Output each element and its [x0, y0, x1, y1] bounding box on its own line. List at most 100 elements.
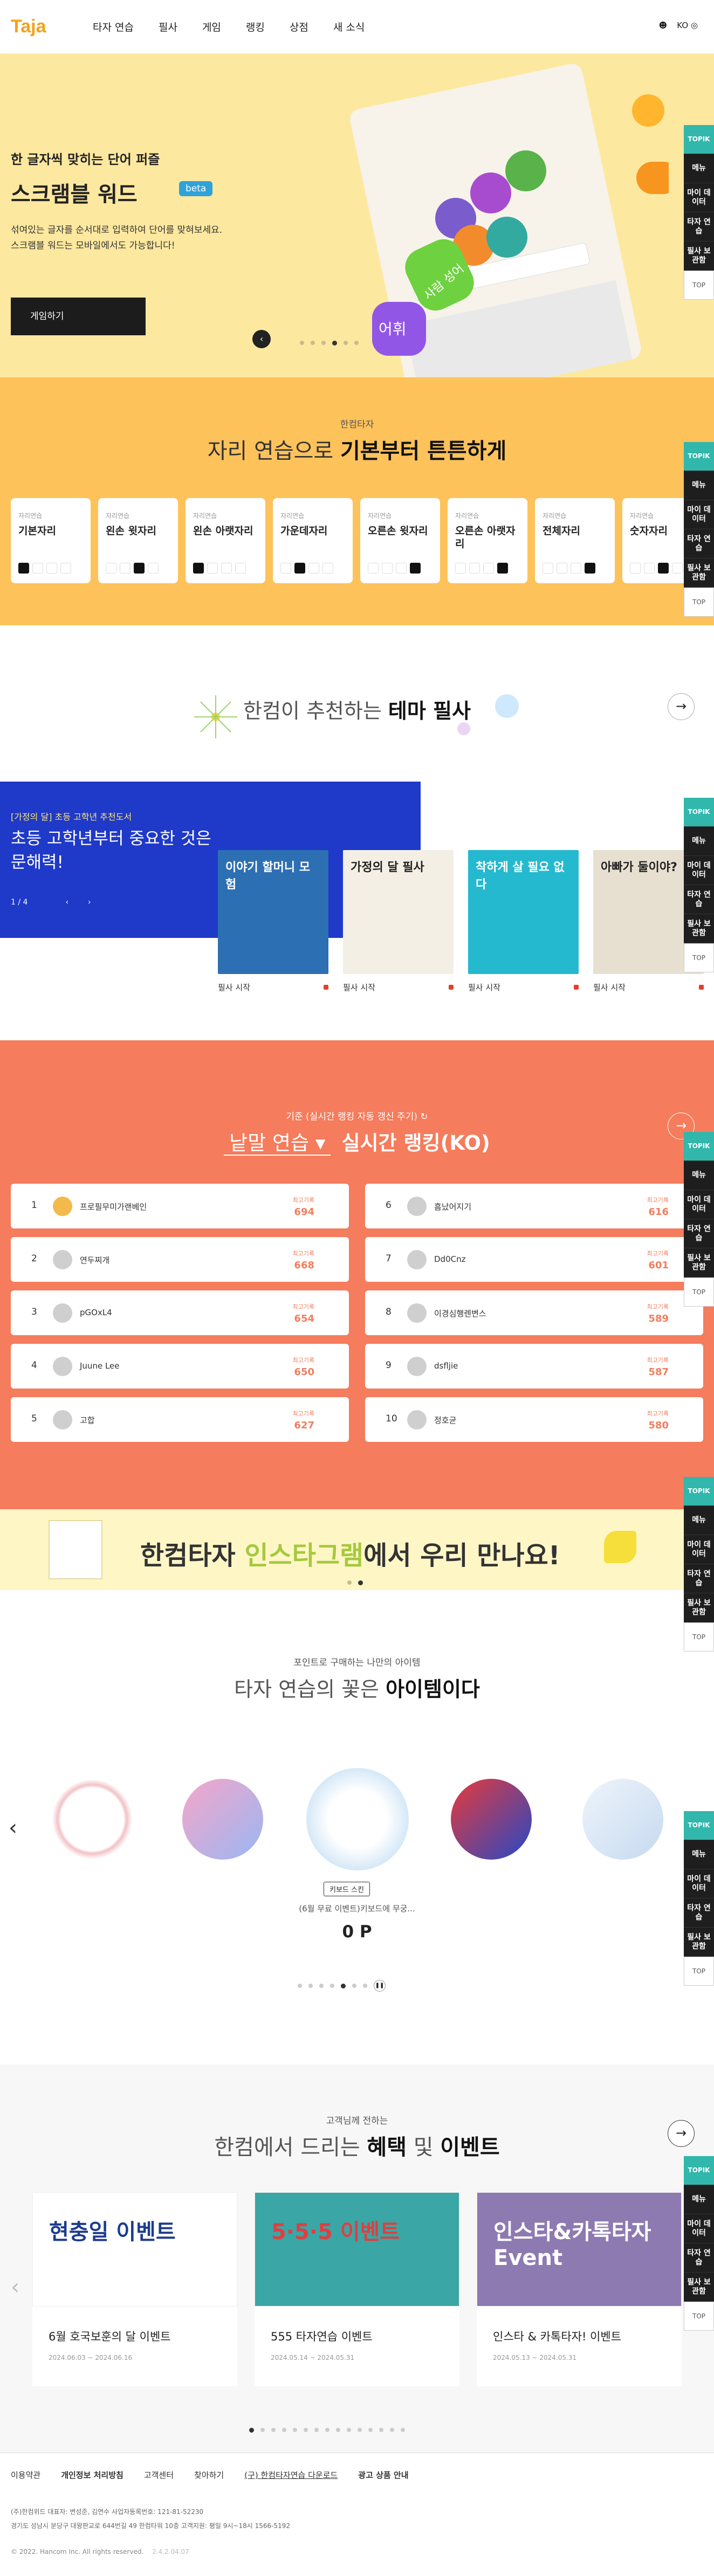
- event-dot[interactable]: [390, 2428, 394, 2432]
- book-start-link[interactable]: 필사 시작: [468, 982, 579, 993]
- book-prev-icon[interactable]: ‹: [65, 898, 68, 907]
- rail-menu[interactable]: 메뉴: [684, 471, 714, 500]
- book-start-link[interactable]: 필사 시작: [343, 982, 454, 993]
- nav-copy[interactable]: 필사: [159, 19, 177, 34]
- ranking-row[interactable]: 10 정호균 최고기록 580: [365, 1397, 703, 1442]
- event-dot[interactable]: [293, 2428, 297, 2432]
- slide-dot[interactable]: [300, 341, 304, 345]
- ranking-row[interactable]: 4 Juune Lee 최고기록 650: [11, 1344, 349, 1389]
- item-dot[interactable]: [363, 1984, 367, 1988]
- book-next-icon[interactable]: ›: [88, 898, 91, 907]
- rail-my-data[interactable]: 마이 데이터: [684, 183, 714, 212]
- ranking-row[interactable]: 9 dsfljie 최고기록 587: [365, 1344, 703, 1389]
- footer-support-link[interactable]: 고객센터: [144, 2469, 174, 2481]
- instagram-banner[interactable]: 한컴타자 인스타그램에서 우리 만나요!: [0, 1509, 714, 1590]
- footer-directions-link[interactable]: 찾아하기: [194, 2469, 224, 2481]
- rail-typing[interactable]: 타자 연습: [684, 1219, 714, 1248]
- insta-dot[interactable]: [347, 1580, 352, 1585]
- ranking-row[interactable]: 8 이경심행렌변스 최고기록 589: [365, 1290, 703, 1335]
- item-dot[interactable]: [352, 1984, 356, 1988]
- book-card[interactable]: 가정의 달 필사 필사 시작: [343, 850, 454, 993]
- practice-card[interactable]: 자리연습 전체자리: [535, 498, 615, 583]
- book-start-link[interactable]: 필사 시작: [218, 982, 328, 993]
- language-selector[interactable]: KO ◎: [677, 20, 698, 30]
- book-start-link[interactable]: 필사 시작: [593, 982, 704, 993]
- practice-card[interactable]: 자리연습 기본자리: [11, 498, 91, 583]
- nav-shop[interactable]: 상점: [290, 19, 308, 34]
- footer-privacy-link[interactable]: 개인정보 처리방침: [61, 2469, 123, 2481]
- book-card[interactable]: 이야기 할머니 모험 필사 시작: [218, 850, 328, 993]
- pause-icon[interactable]: ❚❚: [374, 1980, 386, 1992]
- rail-typing[interactable]: 타자 연습: [684, 212, 714, 241]
- practice-card[interactable]: 자리연습 왼손 아랫자리: [186, 498, 265, 583]
- rail-menu[interactable]: 메뉴: [684, 1506, 714, 1535]
- nav-news[interactable]: 새 소식: [333, 19, 365, 34]
- nav-game[interactable]: 게임: [202, 19, 221, 34]
- event-dot[interactable]: [368, 2428, 373, 2432]
- items-prev-icon[interactable]: ‹: [9, 1815, 17, 1840]
- practice-card[interactable]: 자리연습 오른손 아랫자리: [448, 498, 527, 583]
- footer-terms-link[interactable]: 이용약관: [11, 2469, 40, 2481]
- item-dot[interactable]: [330, 1984, 334, 1988]
- practice-card[interactable]: 자리연습 가운데자리: [273, 498, 353, 583]
- event-dot[interactable]: [271, 2428, 276, 2432]
- rail-my-data[interactable]: 마이 데이터: [684, 856, 714, 885]
- rail-typing[interactable]: 타자 연습: [684, 885, 714, 914]
- events-more-arrow-icon[interactable]: →: [668, 2120, 695, 2147]
- rail-menu[interactable]: 메뉴: [684, 827, 714, 856]
- event-card[interactable]: 현충일 이벤트 6월 호국보훈의 달 이벤트 2024.06.03 ~ 2024.0…: [32, 2192, 237, 2386]
- rail-copy-box[interactable]: 필사 보관함: [684, 914, 714, 943]
- nav-ranking[interactable]: 랭킹: [246, 19, 265, 34]
- rail-copy-box[interactable]: 필사 보관함: [684, 1248, 714, 1277]
- rail-menu[interactable]: 메뉴: [684, 154, 714, 183]
- rail-top-button[interactable]: TOP: [684, 1622, 714, 1652]
- rail-my-data[interactable]: 마이 데이터: [684, 1869, 714, 1898]
- taja-logo[interactable]: Taja: [11, 14, 70, 38]
- event-dot[interactable]: [325, 2428, 329, 2432]
- nav-typing[interactable]: 타자 연습: [93, 19, 134, 34]
- event-dot[interactable]: [260, 2428, 265, 2432]
- event-dot[interactable]: [401, 2428, 405, 2432]
- user-icon[interactable]: ☻: [659, 20, 668, 30]
- item-dot-active[interactable]: [341, 1983, 346, 1988]
- rail-my-data[interactable]: 마이 데이터: [684, 1535, 714, 1564]
- rail-top-button[interactable]: TOP: [684, 2302, 714, 2331]
- rail-top-button[interactable]: TOP: [684, 943, 714, 972]
- rail-top-button[interactable]: TOP: [684, 1277, 714, 1307]
- ranking-row[interactable]: 6 흠났어지기 최고기록 616: [365, 1184, 703, 1228]
- footer-download-link[interactable]: (구) 한컴타자연습 다운로드: [244, 2469, 338, 2481]
- slide-dot[interactable]: [344, 341, 348, 345]
- play-game-button[interactable]: 게임하기: [11, 298, 146, 335]
- rail-typing[interactable]: 타자 연습: [684, 1898, 714, 1928]
- slide-dot[interactable]: [311, 341, 315, 345]
- rail-topik[interactable]: TOPIK: [684, 125, 714, 154]
- ranking-row[interactable]: 7 Dd0Cnz 최고기록 601: [365, 1237, 703, 1282]
- item-skin[interactable]: [451, 1779, 532, 1860]
- rail-topik[interactable]: TOPIK: [684, 2156, 714, 2185]
- rail-top-button[interactable]: TOP: [684, 1957, 714, 1986]
- rail-topik[interactable]: TOPIK: [684, 798, 714, 827]
- rail-typing[interactable]: 타자 연습: [684, 2243, 714, 2273]
- theme-more-arrow-icon[interactable]: →: [668, 693, 695, 720]
- event-card[interactable]: 인스타&카톡타자 Event 인스타 & 카톡타자! 이벤트 2024.05.13 …: [477, 2192, 682, 2386]
- rail-menu[interactable]: 메뉴: [684, 1161, 714, 1190]
- event-card[interactable]: 5·5·5 이벤트 555 타자연습 이벤트 2024.05.14 ~ 2024.0…: [255, 2192, 459, 2386]
- rail-copy-box[interactable]: 필사 보관함: [684, 1593, 714, 1622]
- rail-copy-box[interactable]: 필사 보관함: [684, 2273, 714, 2302]
- ranking-row[interactable]: 1 프로필무미가랜베인 최고기록 694: [11, 1184, 349, 1228]
- event-dot[interactable]: [304, 2428, 308, 2432]
- item-skin[interactable]: [52, 1779, 133, 1860]
- event-dot[interactable]: [347, 2428, 351, 2432]
- rail-copy-box[interactable]: 필사 보관함: [684, 558, 714, 588]
- rail-top-button[interactable]: TOP: [684, 271, 714, 300]
- item-dot[interactable]: [319, 1984, 324, 1988]
- item-dot[interactable]: [308, 1984, 313, 1988]
- rail-menu[interactable]: 메뉴: [684, 1840, 714, 1869]
- rail-top-button[interactable]: TOP: [684, 588, 714, 617]
- rail-typing[interactable]: 타자 연습: [684, 1564, 714, 1593]
- refresh-icon[interactable]: ↻: [420, 1111, 428, 1122]
- rail-topik[interactable]: TOPIK: [684, 1811, 714, 1840]
- rail-menu[interactable]: 메뉴: [684, 2185, 714, 2214]
- item-skin[interactable]: [582, 1779, 663, 1860]
- practice-card[interactable]: 자리연습 오른손 윗자리: [360, 498, 440, 583]
